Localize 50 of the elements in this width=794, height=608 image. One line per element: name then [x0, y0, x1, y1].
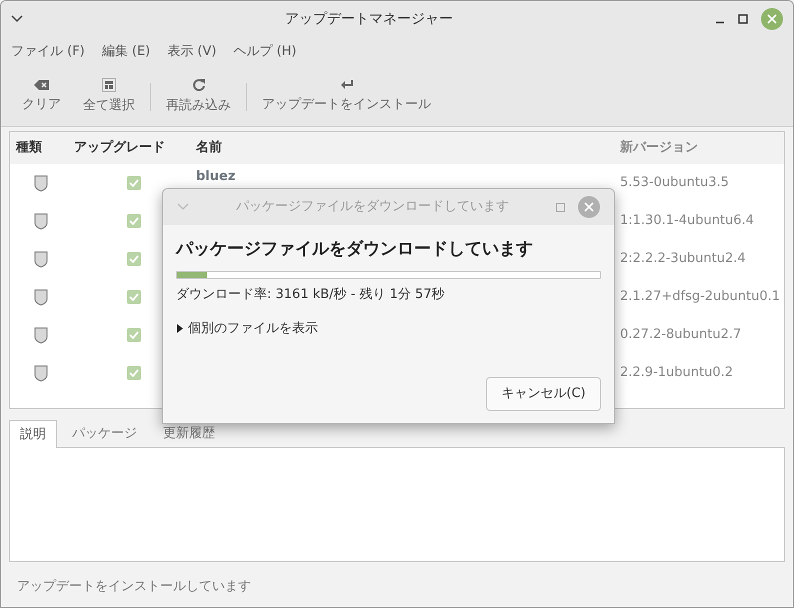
checkbox[interactable]	[127, 214, 141, 228]
clear-icon	[34, 78, 50, 91]
window-title: アップデートマネージャー	[285, 10, 453, 26]
expander[interactable]: 個別のファイルを表示	[176, 318, 318, 338]
toolbar-button[interactable]: アップデートをインストール	[251, 78, 442, 114]
refresh-icon	[192, 78, 206, 92]
package-name: bluez	[196, 169, 236, 184]
close-icon[interactable]	[578, 196, 600, 218]
column-header[interactable]: アップグレード	[74, 138, 165, 158]
version-text: 2.1.27+dfsg-2ubuntu0.1	[620, 289, 780, 304]
shield-icon	[34, 174, 48, 192]
version-text: 1:1.30.1-4ubuntu6.4	[620, 213, 754, 228]
select-all-icon	[102, 78, 116, 92]
progress-text: ダウンロード率: 3161 kB/秒 - 残り 1分 57秒	[176, 287, 445, 302]
menu-item[interactable]: ヘルプ (H)	[233, 42, 296, 62]
shield-icon	[34, 288, 48, 306]
close-icon[interactable]	[761, 8, 783, 30]
maximize-icon[interactable]	[738, 14, 748, 24]
column-header[interactable]: 名前	[196, 140, 222, 156]
toolbar-button[interactable]: 全て選択	[72, 78, 146, 116]
version-text: 5.53-0ubuntu3.5	[620, 175, 729, 190]
menu-icon[interactable]	[11, 15, 23, 23]
status-text: アップデートをインストールしています	[17, 578, 251, 594]
version-text: 2:2.2.2-3ubuntu2.4	[620, 251, 746, 266]
version-text: 2.2.9-1ubuntu0.2	[620, 365, 734, 380]
checkbox[interactable]	[127, 366, 141, 380]
checkbox[interactable]	[127, 290, 141, 304]
dialog-heading: パッケージファイルをダウンロードしています	[176, 238, 534, 261]
dialog-title: パッケージファイルをダウンロードしています	[236, 199, 509, 214]
column-header[interactable]: 種類	[16, 138, 42, 158]
tab[interactable]: パッケージ	[61, 420, 148, 446]
toolbar-button[interactable]: クリア	[11, 78, 72, 114]
menu-item[interactable]: 編集 (E)	[102, 42, 150, 62]
menu-item[interactable]: 表示 (V)	[167, 42, 216, 62]
checkbox[interactable]	[127, 176, 141, 190]
shield-icon	[34, 326, 48, 344]
toolbar-button[interactable]: 再読み込み	[155, 78, 242, 116]
expander-arrow-icon	[176, 324, 184, 333]
tab[interactable]: 更新履歴	[152, 420, 226, 446]
column-header[interactable]: 新バージョン	[620, 140, 698, 156]
cancel-button[interactable]: キャンセル(C)	[486, 377, 601, 411]
checkbox[interactable]	[127, 328, 141, 342]
shield-icon	[34, 250, 48, 268]
checkbox[interactable]	[127, 252, 141, 266]
menu-item[interactable]: ファイル (F)	[11, 42, 85, 62]
shield-icon	[34, 212, 48, 230]
version-text: 0.27.2-8ubuntu2.7	[620, 327, 742, 342]
shield-icon	[34, 364, 48, 382]
tab[interactable]: 説明	[9, 420, 57, 448]
return-arrow-icon	[340, 78, 354, 91]
